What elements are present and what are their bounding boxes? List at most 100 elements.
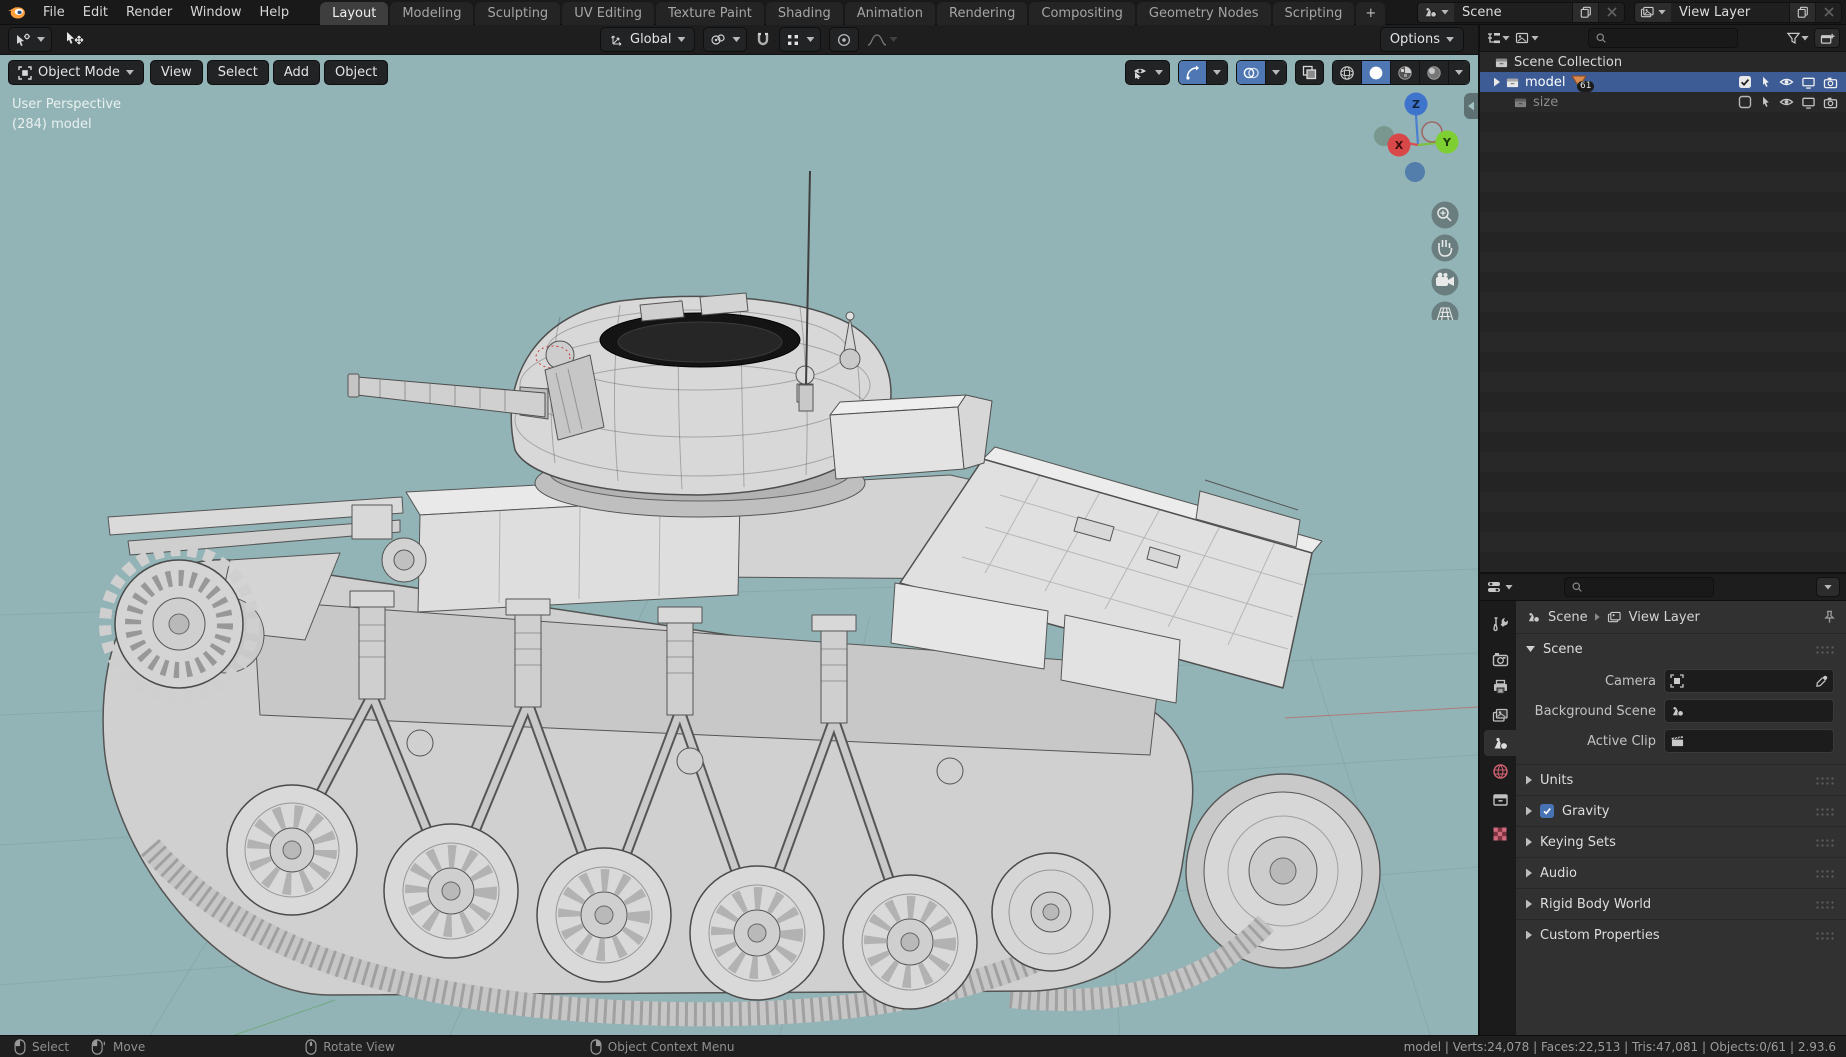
exclude-checkbox[interactable] [1738, 75, 1752, 89]
hide-viewport-icon[interactable] [1779, 76, 1794, 88]
pan-button[interactable] [1431, 234, 1459, 262]
disable-viewports-icon[interactable] [1801, 96, 1816, 109]
disable-renders-icon[interactable] [1823, 96, 1838, 109]
select-menu[interactable]: Select [206, 60, 269, 85]
panel-custom-properties[interactable]: Custom Properties [1516, 919, 1846, 950]
properties-options-dropdown[interactable] [1816, 577, 1840, 597]
view-menu[interactable]: View [149, 60, 203, 85]
gizmos-dropdown[interactable] [1206, 61, 1227, 84]
tab-world[interactable] [1484, 758, 1516, 784]
tab-scene[interactable] [1484, 730, 1516, 756]
hide-viewport-icon[interactable] [1779, 96, 1794, 108]
panel-grip[interactable] [1814, 836, 1836, 848]
selectable-icon[interactable] [1759, 95, 1772, 109]
panel-grip[interactable] [1814, 898, 1836, 910]
tab-geometry-nodes[interactable]: Geometry Nodes [1136, 1, 1271, 25]
outliner-search-input[interactable] [1587, 28, 1738, 48]
view-layer-remove-button[interactable] [1815, 2, 1841, 22]
menu-file[interactable]: File [34, 0, 74, 25]
panel-scene-header[interactable]: Scene [1516, 633, 1846, 664]
transform-orientation-dropdown[interactable]: Global [600, 27, 696, 52]
3d-viewport[interactable]: Object Mode View Select Add Object User … [0, 55, 1478, 1035]
active-clip-field[interactable] [1664, 729, 1834, 753]
tab-uv-editing[interactable]: UV Editing [562, 1, 655, 25]
disable-viewports-icon[interactable] [1801, 76, 1816, 89]
eyedropper-icon[interactable] [1815, 675, 1828, 688]
tab-sculpting[interactable]: Sculpting [475, 1, 561, 25]
camera-view-button[interactable] [1431, 268, 1459, 296]
scene-type-icon[interactable] [1418, 2, 1454, 22]
selectable-icon[interactable] [1759, 75, 1772, 89]
tab-texture[interactable] [1484, 821, 1516, 847]
new-collection-button[interactable] [1814, 28, 1840, 48]
panel-grip[interactable] [1814, 929, 1836, 941]
panel-audio[interactable]: Audio [1516, 857, 1846, 888]
outliner-filter-dropdown[interactable] [1786, 31, 1809, 45]
scene-copy-button[interactable] [1572, 2, 1598, 22]
tab-modeling[interactable]: Modeling [390, 1, 474, 25]
shading-rendered-button[interactable] [1419, 61, 1448, 84]
menu-window[interactable]: Window [181, 0, 250, 25]
shading-material-button[interactable] [1390, 61, 1419, 84]
panel-grip[interactable] [1814, 774, 1836, 786]
shading-wireframe-button[interactable] [1333, 61, 1361, 84]
snap-settings-dropdown[interactable] [779, 27, 822, 52]
panel-units[interactable]: Units [1516, 764, 1846, 795]
properties-search-input[interactable] [1564, 577, 1714, 597]
overlays-toggle[interactable] [1237, 61, 1265, 84]
breadcrumb-view-layer[interactable]: View Layer [1629, 610, 1700, 625]
outliner-row-scene-collection[interactable]: Scene Collection [1480, 52, 1846, 72]
add-workspace-button[interactable]: + [1356, 1, 1386, 25]
outliner-filter-type-dropdown[interactable] [1515, 31, 1539, 45]
tab-tool[interactable] [1484, 611, 1516, 637]
exclude-checkbox[interactable] [1738, 95, 1752, 109]
tab-collection[interactable] [1484, 786, 1516, 812]
tab-render[interactable] [1484, 646, 1516, 672]
proportional-falloff-dropdown[interactable] [867, 33, 898, 47]
tab-animation[interactable]: Animation [844, 1, 935, 25]
axis-neg-z[interactable] [1405, 162, 1425, 182]
tab-view-layer[interactable] [1484, 702, 1516, 728]
outliner-row-model[interactable]: model 61 [1480, 72, 1846, 92]
panel-gravity[interactable]: Gravity [1516, 795, 1846, 826]
panel-grip[interactable] [1814, 805, 1836, 817]
background-scene-field[interactable] [1664, 699, 1834, 723]
outliner-display-mode-dropdown[interactable] [1486, 31, 1510, 45]
properties-editor-type-dropdown[interactable] [1486, 580, 1513, 594]
move-tool-icon[interactable] [64, 31, 86, 49]
gizmos-toggle[interactable] [1179, 61, 1206, 84]
panel-rigid-body-world[interactable]: Rigid Body World [1516, 888, 1846, 919]
menu-edit[interactable]: Edit [74, 0, 117, 25]
shading-dropdown[interactable] [1448, 61, 1469, 84]
panel-grip[interactable] [1814, 643, 1836, 655]
tab-scripting[interactable]: Scripting [1272, 1, 1355, 25]
menu-render[interactable]: Render [117, 0, 181, 25]
xray-toggle[interactable] [1295, 60, 1324, 85]
tab-compositing[interactable]: Compositing [1029, 1, 1135, 25]
zoom-button[interactable] [1431, 201, 1459, 229]
scene-name[interactable]: Scene [1454, 2, 1572, 22]
axis-gizmo[interactable]: Z X Y [1374, 92, 1459, 183]
view-layer-copy-button[interactable] [1789, 2, 1815, 22]
tab-rendering[interactable]: Rendering [937, 1, 1028, 25]
blender-logo-icon[interactable] [6, 4, 26, 20]
view-layer-name[interactable]: View Layer [1671, 2, 1789, 22]
sidebar-collapse-toggle[interactable] [1464, 93, 1478, 119]
outliner-row-size[interactable]: size [1480, 92, 1846, 112]
snap-toggle-icon[interactable] [755, 32, 771, 48]
gravity-checkbox[interactable] [1540, 804, 1554, 818]
menu-help[interactable]: Help [251, 0, 299, 25]
tab-shading[interactable]: Shading [765, 1, 843, 25]
ortho-toggle-button[interactable] [1431, 301, 1459, 321]
pivot-point-dropdown[interactable] [703, 27, 748, 52]
scene-unlink-button[interactable] [1598, 2, 1624, 22]
options-dropdown[interactable]: Options [1379, 27, 1464, 52]
proportional-editing-toggle[interactable] [829, 27, 860, 52]
view-layer-type-icon[interactable] [1635, 2, 1671, 22]
add-menu[interactable]: Add [272, 60, 321, 85]
tab-layout[interactable]: Layout [320, 1, 389, 25]
camera-field[interactable] [1664, 669, 1834, 693]
overlays-dropdown[interactable] [1265, 61, 1286, 84]
disable-renders-icon[interactable] [1823, 76, 1838, 89]
object-visibility-dropdown[interactable] [1125, 60, 1170, 85]
